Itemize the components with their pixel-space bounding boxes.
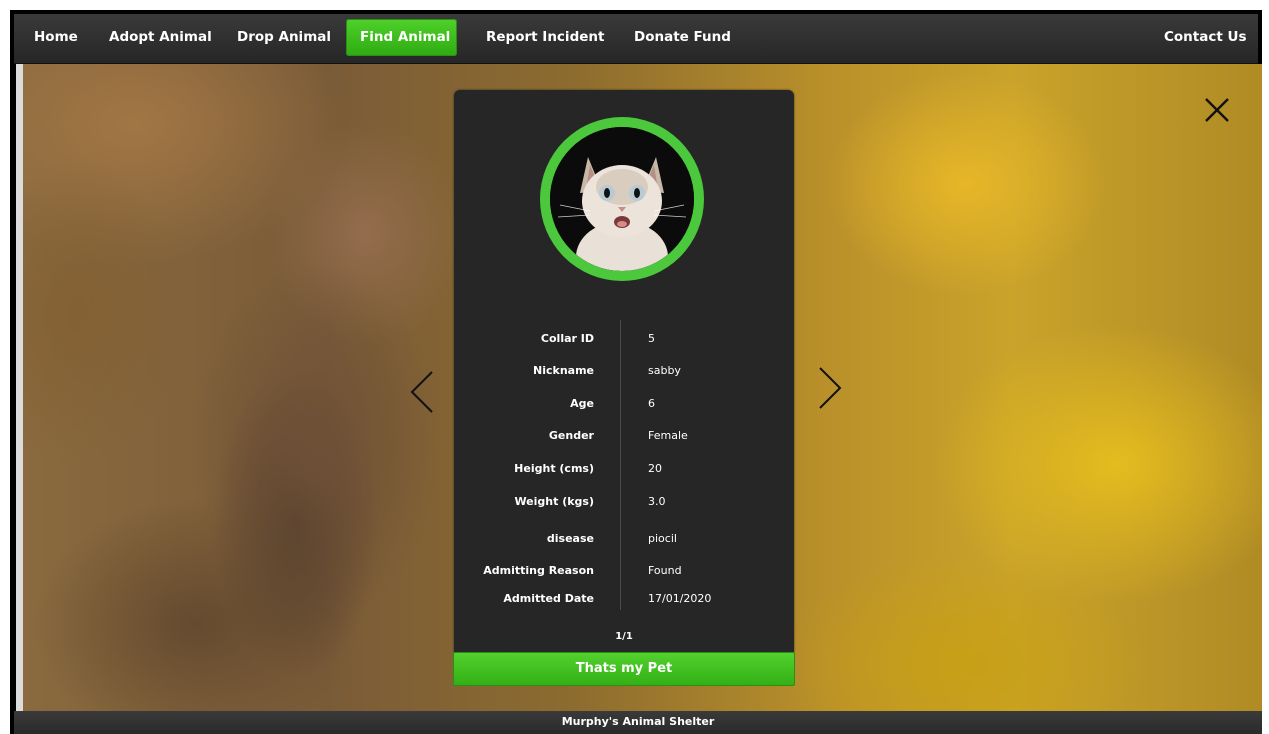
- close-icon[interactable]: [1203, 96, 1231, 124]
- disease-label: disease: [546, 532, 594, 545]
- admitted-date-value: 17/01/2020: [648, 592, 712, 605]
- thats-my-pet-button[interactable]: Thats my Pet: [453, 652, 795, 686]
- animal-avatar: [550, 127, 694, 271]
- age-value: 6: [648, 397, 655, 410]
- pager-indicator: 1/1: [615, 631, 633, 642]
- left-edge-stripe: [16, 64, 23, 711]
- nickname-value: sabby: [648, 364, 681, 377]
- nav-report-incident[interactable]: Report Incident: [472, 19, 618, 56]
- nav-find-animal[interactable]: Find Animal: [346, 19, 457, 56]
- gender-value: Female: [648, 429, 688, 442]
- nav-drop-animal[interactable]: Drop Animal: [223, 19, 345, 56]
- column-divider: [620, 320, 621, 610]
- nav-contact-us[interactable]: Contact Us: [1150, 19, 1261, 56]
- nickname-label: Nickname: [533, 364, 594, 377]
- age-label: Age: [570, 397, 594, 410]
- weight-value: 3.0: [648, 495, 666, 508]
- admitted-date-label: Admitted Date: [503, 592, 594, 605]
- avatar-ring: [540, 117, 704, 281]
- collar-id-label: Collar ID: [540, 332, 594, 345]
- height-value: 20: [648, 462, 662, 475]
- chevron-right-icon[interactable]: [814, 365, 844, 411]
- weight-label: Weight (kgs): [514, 495, 594, 508]
- nav-home[interactable]: Home: [20, 19, 92, 56]
- admitting-reason-value: Found: [648, 564, 682, 577]
- height-label: Height (cms): [514, 462, 594, 475]
- animal-detail-card: Collar ID 5 Nickname sabby Age 6 Gender …: [454, 90, 794, 652]
- nav-donate-fund[interactable]: Donate Fund: [620, 19, 745, 56]
- footer-text: Murphy's Animal Shelter: [561, 715, 715, 728]
- gender-label: Gender: [548, 429, 594, 442]
- cat-photo-image: [550, 127, 694, 271]
- top-navbar: Home Adopt Animal Drop Animal Find Anima…: [14, 14, 1258, 64]
- footer: Murphy's Animal Shelter: [14, 711, 1262, 734]
- chevron-left-icon[interactable]: [408, 369, 438, 415]
- collar-id-value: 5: [648, 332, 655, 345]
- nav-adopt-animal[interactable]: Adopt Animal: [95, 19, 226, 56]
- admitting-reason-label: Admitting Reason: [483, 564, 594, 577]
- disease-value: piocil: [648, 532, 677, 545]
